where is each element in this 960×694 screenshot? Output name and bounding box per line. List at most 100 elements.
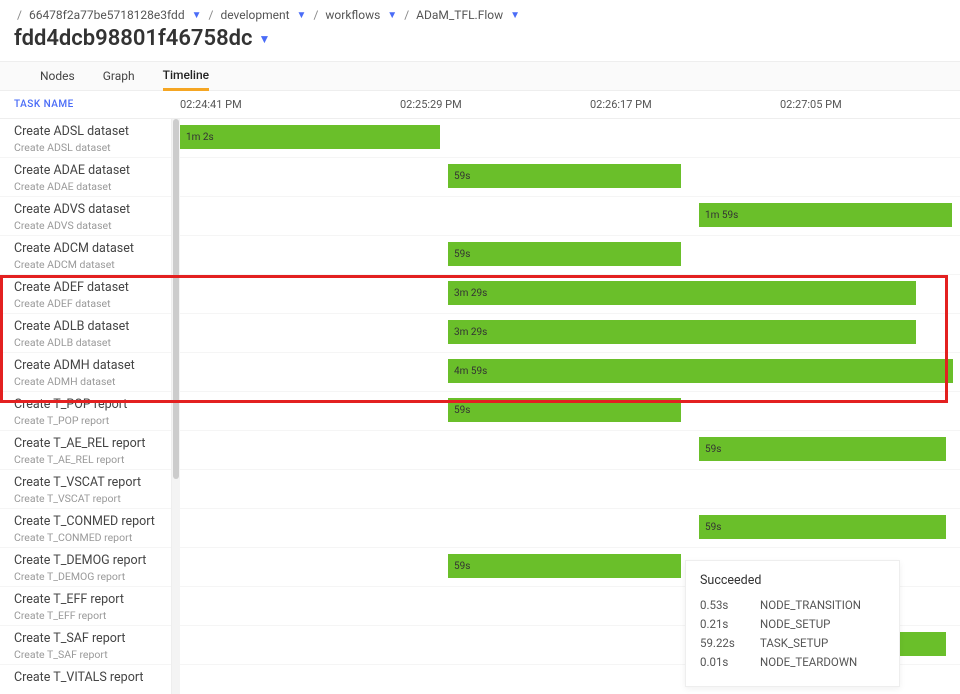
task-row[interactable]: Create ADCM datasetCreate ADCM dataset (0, 236, 171, 275)
tooltip-row: 59.22sTASK_SETUP (700, 636, 885, 650)
breadcrumb-sep: / (404, 8, 409, 22)
gantt-bar[interactable]: 1m 2s (180, 125, 440, 149)
task-title: Create ADLB dataset (14, 319, 171, 334)
gantt-row: 59s (180, 509, 960, 548)
task-row[interactable]: Create T_EFF reportCreate T_EFF report (0, 587, 171, 626)
tabs: Nodes Graph Timeline (0, 61, 960, 91)
task-subtitle: Create ADEF dataset (14, 297, 171, 310)
breadcrumb-sep: / (17, 8, 22, 22)
task-row[interactable]: Create T_VITALS report (0, 665, 171, 694)
task-title: Create T_POP report (14, 397, 171, 412)
task-row[interactable]: Create T_VSCAT report Create T_VSCAT repo… (0, 470, 171, 509)
task-row[interactable]: Create ADEF datasetCreate ADEF dataset (0, 275, 171, 314)
task-subtitle: Create T_CONMED report (14, 531, 171, 544)
scrollbar[interactable] (172, 119, 180, 694)
task-subtitle: Create ADAE dataset (14, 180, 171, 193)
gantt-bar[interactable]: 1m 59s (699, 203, 952, 227)
chevron-down-icon[interactable]: ▼ (192, 10, 202, 21)
task-title: Create ADVS dataset (14, 202, 171, 217)
task-title: Create T_AE_REL report (14, 436, 171, 451)
task-title: Create ADMH dataset (14, 358, 171, 373)
task-row[interactable]: Create ADSL dataset Create ADSL dataset (0, 119, 171, 158)
gantt-bar[interactable]: 59s (699, 515, 946, 539)
task-row[interactable]: Create T_CONMED reportCreate T_CONMED re… (0, 509, 171, 548)
time-tick: 02:24:41 PM (180, 98, 242, 111)
gantt-row: 59s (180, 431, 960, 470)
gantt-bar[interactable]: 3m 29s (448, 281, 916, 305)
tooltip-row: 0.53sNODE_TRANSITION (700, 598, 885, 612)
gantt-bar[interactable]: 59s (448, 554, 681, 578)
breadcrumb-sep: / (209, 8, 214, 22)
tab-timeline[interactable]: Timeline (163, 63, 209, 91)
time-tick: 02:26:17 PM (590, 98, 652, 111)
chevron-down-icon[interactable]: ▼ (259, 32, 271, 46)
task-row[interactable]: Create T_POP report Create T_POP report (0, 392, 171, 431)
task-title: Create T_EFF report (14, 592, 171, 607)
gantt-header: TASK NAME 02:24:41 PM 02:25:29 PM 02:26:… (0, 91, 960, 119)
tooltip-label: NODE_SETUP (760, 617, 830, 631)
gantt-row: 59s (180, 236, 960, 275)
gantt-row: 4m 59s (180, 353, 960, 392)
chevron-down-icon[interactable]: ▼ (387, 10, 397, 21)
scrollbar-thumb[interactable] (173, 119, 179, 479)
tooltip-time: 59.22s (700, 636, 760, 650)
task-subtitle: Create T_DEMOG report (14, 570, 171, 583)
task-row[interactable]: Create T_SAF report Create T_SAF report (0, 626, 171, 665)
breadcrumb: / 66478f2a77be5718128e3fdd ▼ / developmen… (0, 0, 960, 24)
gantt-bar[interactable]: 4m 59s (448, 359, 953, 383)
task-subtitle: Create ADLB dataset (14, 336, 171, 349)
tooltip-label: TASK_SETUP (760, 636, 828, 650)
task-row[interactable]: Create T_AE_REL report Create T_AE_REL re… (0, 431, 171, 470)
tooltip-time: 0.53s (700, 598, 760, 612)
gantt-row: 3m 29s (180, 275, 960, 314)
gantt-row: 59s (180, 158, 960, 197)
chevron-down-icon[interactable]: ▼ (510, 10, 520, 21)
task-row[interactable]: Create ADLB dataset Create ADLB dataset (0, 314, 171, 353)
gantt-row: 1m 59s (180, 197, 960, 236)
time-tick: 02:25:29 PM (400, 98, 462, 111)
tooltip-row: 0.01sNODE_TEARDOWN (700, 655, 885, 669)
breadcrumb-flow[interactable]: ADaM_TFL.Flow (416, 8, 503, 22)
gantt-row (180, 470, 960, 509)
task-subtitle: Create T_VSCAT report (14, 492, 171, 505)
tab-graph[interactable]: Graph (103, 62, 135, 90)
task-subtitle: Create ADSL dataset (14, 141, 171, 154)
timeline-header: 02:24:41 PM 02:25:29 PM 02:26:17 PM 02:2… (180, 91, 960, 118)
task-list: Create ADSL datasetCreate ADSL datasetCr… (0, 119, 172, 694)
task-row[interactable]: Create ADVS dataset Create ADVS dataset (0, 197, 171, 236)
chevron-down-icon[interactable]: ▼ (297, 10, 307, 21)
task-title: Create T_DEMOG report (14, 553, 171, 568)
task-title: Create ADSL dataset (14, 124, 171, 139)
gantt-bar[interactable]: 59s (448, 164, 681, 188)
task-row[interactable]: Create ADMH dataset Create ADMH dataset (0, 353, 171, 392)
task-title: Create T_VITALS report (14, 670, 171, 685)
task-title: Create ADAE dataset (14, 163, 171, 178)
time-tick: 02:27:05 PM (780, 98, 842, 111)
gantt-row: 59s (180, 392, 960, 431)
task-row[interactable]: Create T_DEMOG report Create T_DEMOG repo… (0, 548, 171, 587)
task-title: Create T_SAF report (14, 631, 171, 646)
gantt-bar[interactable]: 59s (448, 398, 681, 422)
tooltip-label: NODE_TRANSITION (760, 598, 861, 612)
task-title: Create T_VSCAT report (14, 475, 171, 490)
breadcrumb-id[interactable]: 66478f2a77be5718128e3fdd (29, 8, 185, 22)
tooltip-time: 0.01s (700, 655, 760, 669)
page-title-text: fdd4dcb98801f46758dc (14, 26, 253, 51)
tab-nodes[interactable]: Nodes (40, 62, 75, 90)
tooltip-label: NODE_TEARDOWN (760, 655, 857, 669)
breadcrumb-workflows[interactable]: workflows (325, 8, 380, 22)
task-subtitle: Create T_SAF report (14, 648, 171, 661)
gantt-bar[interactable]: 3m 29s (448, 320, 916, 344)
task-subtitle: Create ADVS dataset (14, 219, 171, 232)
task-row[interactable]: Create ADAE dataset Create ADAE dataset (0, 158, 171, 197)
gantt-row: 1m 2s (180, 119, 960, 158)
breadcrumb-dev[interactable]: development (220, 8, 289, 22)
gantt-bar[interactable]: 59s (699, 437, 946, 461)
task-subtitle: Create ADCM dataset (14, 258, 171, 271)
breadcrumb-sep: / (313, 8, 318, 22)
task-subtitle: Create ADMH dataset (14, 375, 171, 388)
gantt-bar[interactable]: 59s (448, 242, 681, 266)
task-subtitle: Create T_AE_REL report (14, 453, 171, 466)
task-subtitle: Create T_POP report (14, 414, 171, 427)
page-title: fdd4dcb98801f46758dc ▼ (0, 24, 960, 61)
